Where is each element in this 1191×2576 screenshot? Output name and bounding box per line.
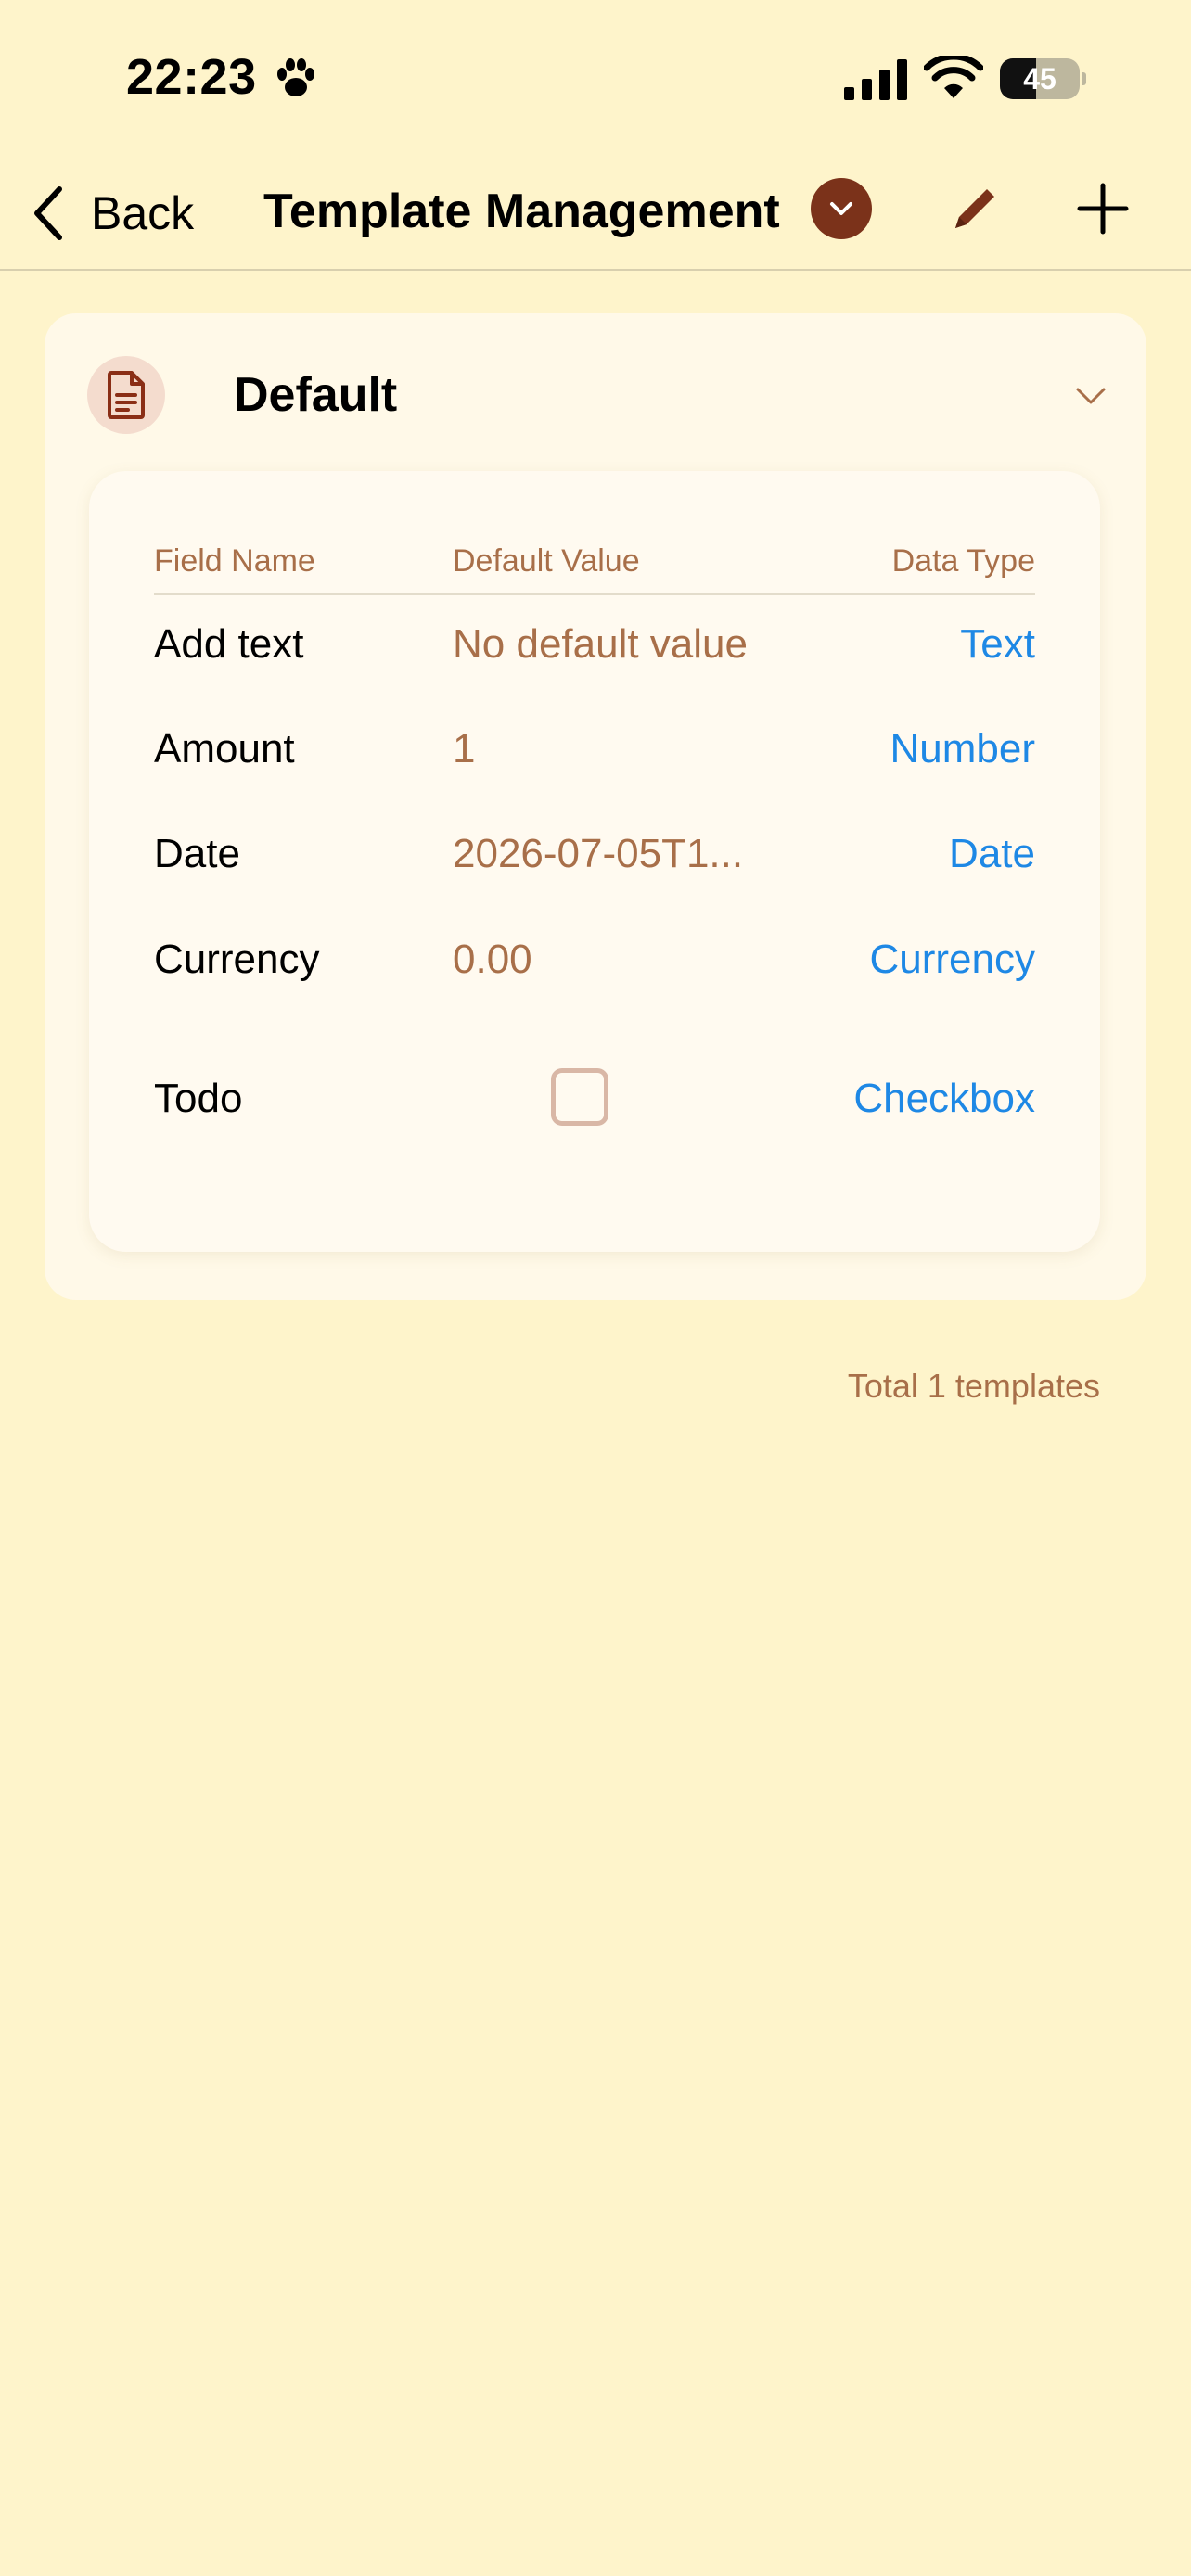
template-count: Total 1 templates	[847, 1367, 1100, 1405]
field-name: Currency	[154, 937, 320, 982]
data-type: Checkbox	[853, 1076, 1035, 1121]
table-header: Field Name Default Value Data Type	[154, 534, 1035, 595]
data-type: Date	[949, 831, 1035, 876]
column-header-field-name: Field Name	[154, 543, 315, 579]
status-bar: 22:23 45	[0, 0, 1191, 158]
table-row: Date 2026-07-05T1... Date	[154, 818, 1035, 892]
chevron-down-icon	[830, 202, 852, 215]
pencil-icon[interactable]	[944, 178, 1005, 239]
template-dropdown-button[interactable]	[811, 178, 872, 239]
default-value: 0.00	[453, 937, 532, 982]
chevron-down-icon[interactable]	[1072, 376, 1109, 414]
back-button[interactable]: Back	[30, 176, 215, 250]
data-type: Currency	[869, 937, 1036, 982]
plus-icon[interactable]	[1072, 178, 1133, 239]
table-row: Currency 0.00 Currency	[154, 924, 1035, 998]
battery-level: 45	[1023, 62, 1057, 96]
wifi-icon	[924, 56, 983, 98]
table-row: Amount 1 Number	[154, 713, 1035, 787]
field-name: Amount	[154, 726, 295, 772]
chevron-left-icon	[34, 186, 62, 240]
data-type: Text	[960, 621, 1035, 667]
default-value: 2026-07-05T1...	[453, 831, 744, 876]
fields-table: Field Name Default Value Data Type Add t…	[89, 471, 1100, 1252]
field-name: Date	[154, 831, 240, 876]
template-card[interactable]: Default Field Name Default Value Data Ty…	[45, 313, 1146, 1300]
status-time: 22:23	[126, 49, 257, 105]
field-name: Add text	[154, 621, 304, 667]
todo-checkbox[interactable]	[551, 1068, 608, 1126]
column-header-data-type: Data Type	[891, 543, 1035, 579]
data-type: Number	[890, 726, 1036, 772]
signal-icon	[844, 59, 907, 100]
page-title: Template Management	[263, 185, 780, 238]
default-value: No default value	[453, 621, 748, 667]
table-row: Todo Checkbox	[154, 1063, 1035, 1137]
field-name: Todo	[154, 1076, 243, 1121]
back-label: Back	[91, 187, 195, 239]
template-card-header[interactable]: Default	[87, 356, 1109, 434]
nav-bar: Back Template Management	[0, 158, 1191, 271]
battery-icon: 45	[1000, 58, 1086, 99]
template-name: Default	[234, 368, 398, 422]
document-icon	[87, 356, 165, 434]
default-value: 1	[453, 726, 476, 772]
column-header-default-value: Default Value	[453, 543, 640, 579]
paw-icon	[277, 58, 314, 96]
table-row: Add text No default value Text	[154, 608, 1035, 682]
